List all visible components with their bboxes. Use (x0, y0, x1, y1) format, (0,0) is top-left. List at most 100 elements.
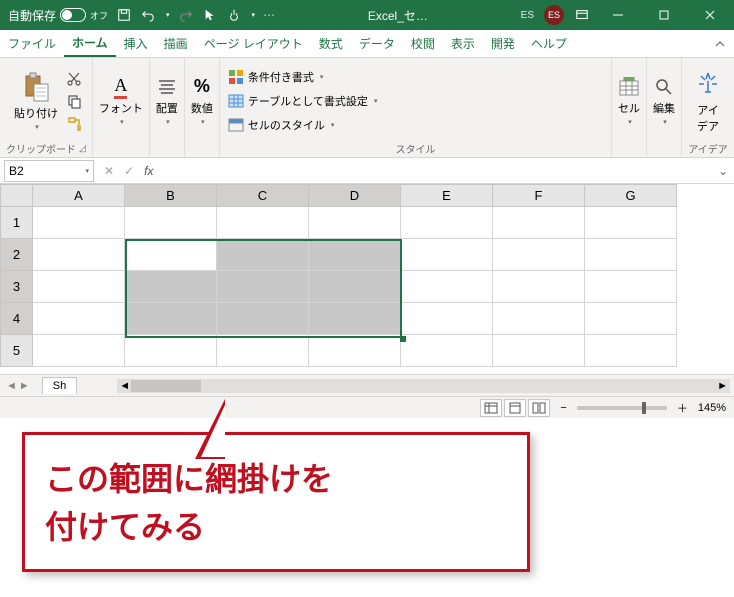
tab-formulas[interactable]: 数式 (311, 30, 351, 57)
col-header-B[interactable]: B (125, 185, 217, 207)
formula-input[interactable] (163, 160, 712, 182)
tab-help[interactable]: ヘルプ (523, 30, 575, 57)
select-all-corner[interactable] (1, 185, 33, 207)
cell-C4[interactable] (217, 303, 309, 335)
cell-styles-icon (228, 117, 244, 133)
minimize-button[interactable] (600, 0, 636, 30)
col-header-A[interactable]: A (33, 185, 125, 207)
fill-handle[interactable] (400, 336, 406, 342)
copy-icon[interactable] (66, 93, 82, 109)
paste-button[interactable]: 貼り付け ▾ (10, 69, 62, 133)
tab-draw[interactable]: 描画 (156, 30, 196, 57)
alignment-icon (156, 76, 178, 98)
redo-icon[interactable] (178, 7, 194, 23)
scroll-left-icon[interactable]: ◄ (119, 380, 130, 392)
find-icon (653, 76, 675, 98)
cell-D4[interactable] (309, 303, 401, 335)
table-icon (228, 93, 244, 109)
cursor-icon[interactable] (202, 7, 218, 23)
tab-review[interactable]: 校閲 (403, 30, 443, 57)
user-initials: ES (521, 10, 534, 21)
col-header-C[interactable]: C (217, 185, 309, 207)
expand-formula-bar-icon[interactable]: ⌄ (712, 164, 734, 178)
group-alignment: 配置▾ (150, 58, 185, 157)
ideas-button[interactable]: アイ デア (688, 66, 728, 136)
row-header-3[interactable]: 3 (1, 271, 33, 303)
name-box[interactable]: B2 ▾ (4, 160, 94, 182)
col-header-E[interactable]: E (401, 185, 493, 207)
scrollbar-thumb[interactable] (131, 380, 201, 392)
close-button[interactable] (692, 0, 728, 30)
save-icon[interactable] (116, 7, 132, 23)
conditional-formatting-icon (228, 69, 244, 85)
insert-function-icon[interactable]: fx (144, 164, 153, 178)
callout-line2: 付けてみる (45, 503, 507, 551)
group-styles: 条件付き書式▾ テーブルとして書式設定▾ セルのスタイル▾ スタイル (220, 58, 612, 157)
ideas-group-label: アイデア (688, 141, 728, 156)
ribbon-display-icon[interactable] (574, 7, 590, 23)
clipboard-group-label: クリップボード (6, 141, 76, 156)
worksheet-grid[interactable]: A B C D E F G 1 2 3 4 5 (0, 184, 734, 374)
col-header-G[interactable]: G (585, 185, 677, 207)
page-break-view-button[interactable] (528, 399, 550, 417)
tab-insert[interactable]: 挿入 (116, 30, 156, 57)
tab-page-layout[interactable]: ページ レイアウト (196, 30, 311, 57)
paste-label: 貼り付け (14, 105, 58, 121)
cancel-formula-icon[interactable]: ✕ (104, 164, 114, 178)
format-as-table-button[interactable]: テーブルとして書式設定▾ (226, 90, 605, 112)
row-header-4[interactable]: 4 (1, 303, 33, 335)
cell-C3[interactable] (217, 271, 309, 303)
col-header-F[interactable]: F (493, 185, 585, 207)
clipboard-dialog-launcher[interactable]: ◿ (79, 143, 86, 154)
maximize-button[interactable] (646, 0, 682, 30)
styles-group-label: スタイル (395, 141, 435, 156)
undo-icon[interactable] (140, 7, 156, 23)
row-header-5[interactable]: 5 (1, 335, 33, 367)
zoom-out-button[interactable]: − (560, 402, 566, 414)
tab-file[interactable]: ファイル (0, 30, 64, 57)
tab-home[interactable]: ホーム (64, 30, 116, 57)
number-button[interactable]: % 数値▾ (191, 76, 213, 126)
font-button[interactable]: A フォント▾ (99, 76, 143, 126)
row-header-1[interactable]: 1 (1, 207, 33, 239)
tab-view[interactable]: 表示 (443, 30, 483, 57)
group-clipboard: 貼り付け ▾ クリップボード◿ (0, 58, 93, 157)
cell-D3[interactable] (309, 271, 401, 303)
autosave-toggle[interactable]: 自動保存 オフ (8, 7, 108, 24)
cell-styles-button[interactable]: セルのスタイル▾ (226, 114, 605, 136)
cell-D2[interactable] (309, 239, 401, 271)
tab-data[interactable]: データ (351, 30, 403, 57)
row-header-2[interactable]: 2 (1, 239, 33, 271)
touch-mode-icon[interactable] (226, 7, 242, 23)
alignment-button[interactable]: 配置▾ (156, 76, 178, 126)
zoom-slider[interactable] (577, 406, 667, 410)
format-painter-icon[interactable] (66, 115, 82, 131)
font-icon: A (110, 76, 132, 98)
zoom-level[interactable]: 145% (698, 402, 726, 414)
col-header-D[interactable]: D (309, 185, 401, 207)
cell-B2[interactable] (125, 239, 217, 271)
enter-formula-icon[interactable]: ✓ (124, 164, 134, 178)
tab-developer[interactable]: 開発 (483, 30, 523, 57)
cut-icon[interactable] (66, 71, 82, 87)
group-number: % 数値▾ (185, 58, 220, 157)
zoom-in-button[interactable]: ＋ (677, 400, 688, 416)
document-title: Excel_セ… (275, 7, 521, 24)
cell-B4[interactable] (125, 303, 217, 335)
horizontal-scrollbar[interactable]: ◄ ► (117, 379, 730, 393)
ribbon-collapse-icon[interactable] (706, 30, 734, 57)
cell-C2[interactable] (217, 239, 309, 271)
chevron-down-icon[interactable]: ▾ (85, 167, 89, 175)
autosave-label: 自動保存 (8, 7, 56, 24)
cell-B3[interactable] (125, 271, 217, 303)
sheet-tab[interactable]: Sh (42, 377, 77, 394)
ribbon: 貼り付け ▾ クリップボード◿ A フォント▾ 配置▾ (0, 58, 734, 158)
conditional-formatting-button[interactable]: 条件付き書式▾ (226, 66, 605, 88)
avatar[interactable]: ES (544, 5, 564, 25)
editing-button[interactable]: 編集▾ (653, 76, 675, 126)
scroll-right-icon[interactable]: ► (717, 380, 728, 392)
sheet-nav-prev-icon[interactable]: ◄ (6, 380, 17, 392)
cells-button[interactable]: セル▾ (618, 76, 640, 126)
ribbon-tabs: ファイル ホーム 挿入 描画 ページ レイアウト 数式 データ 校閲 表示 開発… (0, 30, 734, 58)
sheet-nav-next-icon[interactable]: ► (19, 380, 30, 392)
